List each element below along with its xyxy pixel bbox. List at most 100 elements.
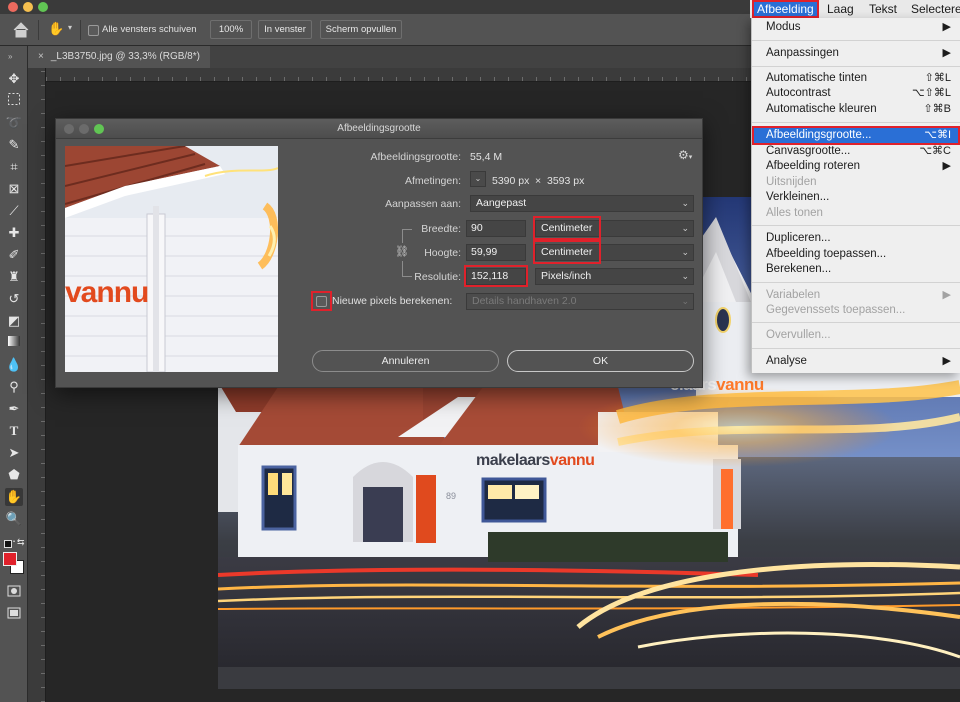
menu-item-verkleinen[interactable]: Verkleinen... bbox=[752, 190, 960, 205]
ok-button[interactable]: OK bbox=[507, 350, 694, 372]
foreground-color-swatch[interactable] bbox=[3, 552, 17, 566]
menu-item-shortcut: ⌥⌘I bbox=[924, 129, 951, 141]
quick-mask-icon[interactable] bbox=[5, 584, 23, 602]
clone-stamp-tool-icon[interactable]: ♜ bbox=[5, 268, 23, 286]
constrain-proportions-link-icon[interactable]: ⛓ bbox=[395, 243, 409, 261]
zoom-window-icon[interactable] bbox=[38, 2, 48, 12]
menu-item-automatische-tinten[interactable]: Automatische tinten ⇧⌘L bbox=[752, 71, 960, 86]
resolution-unit-select[interactable]: Pixels/inch ⌄ bbox=[535, 268, 694, 285]
vertical-ruler[interactable] bbox=[28, 68, 46, 702]
menu-item-automatische-kleuren[interactable]: Automatische kleuren ⇧⌘B bbox=[752, 102, 960, 117]
menu-laag[interactable]: Laag bbox=[822, 0, 859, 18]
eyedropper-tool-icon[interactable]: ⟋ bbox=[5, 202, 23, 220]
screen-mode-icon[interactable] bbox=[5, 606, 23, 624]
resolution-input[interactable]: 152,118 bbox=[466, 268, 526, 285]
tools-panel: » ✥ ➰ ✎ ⌗ ⊠ ⟋ ✚ ✐ ♜ ↺ ◩ 💧 ⚲ ✒ T ➤ ⬟ ✋ 🔍 … bbox=[0, 46, 28, 702]
options-separator bbox=[80, 20, 81, 40]
menu-item-label: Afbeelding roteren bbox=[766, 160, 860, 172]
menu-item-afbeelding-roteren[interactable]: Afbeelding roteren ▶ bbox=[752, 159, 960, 174]
width-unit-select[interactable]: Centimeter ⌄ bbox=[535, 220, 694, 237]
menu-item-dupliceren[interactable]: Dupliceren... bbox=[752, 231, 960, 246]
dialog-zoom-icon[interactable] bbox=[94, 124, 104, 134]
menu-item-analyse[interactable]: Analyse ▶ bbox=[752, 354, 960, 369]
menu-item-shortcut: ⌥⇧⌘L bbox=[911, 87, 951, 99]
menu-item-label: Gegevenssets toepassen... bbox=[766, 304, 906, 316]
marquee-tool-icon[interactable] bbox=[5, 92, 23, 110]
menu-item-afbeelding-toepassen[interactable]: Afbeelding toepassen... bbox=[752, 247, 960, 262]
dialog-close-icon[interactable] bbox=[64, 124, 74, 134]
menu-item-label: Variabelen bbox=[766, 289, 821, 301]
zoom-tool-icon[interactable]: 🔍 bbox=[5, 510, 23, 528]
menu-item-label: Autocontrast bbox=[766, 87, 831, 99]
minimize-window-icon[interactable] bbox=[23, 2, 33, 12]
dialog-titlebar: Afbeeldingsgrootte bbox=[56, 119, 702, 139]
toolbar-collapse-icon[interactable]: » bbox=[8, 52, 12, 61]
menu-tekst[interactable]: Tekst bbox=[864, 0, 902, 18]
height-unit-select[interactable]: Centimeter ⌄ bbox=[535, 244, 694, 261]
dimensions-unit-chevron-icon[interactable]: ⌄ bbox=[470, 171, 486, 187]
settings-gear-icon[interactable]: ⚙▾ bbox=[678, 148, 692, 162]
swap-colors-icon[interactable]: ⇆ bbox=[17, 537, 25, 548]
menu-afbeelding[interactable]: Afbeelding bbox=[752, 0, 819, 18]
fill-screen-button[interactable]: Scherm opvullen bbox=[320, 20, 402, 39]
pen-tool-icon[interactable]: ✒ bbox=[5, 400, 23, 418]
tool-preset-chevron-icon[interactable]: ▾ bbox=[68, 23, 72, 32]
frame-tool-icon[interactable]: ⊠ bbox=[5, 180, 23, 198]
menu-item-shortcut: ⇧⌘L bbox=[924, 72, 951, 84]
document-tab[interactable]: × _L3B3750.jpg @ 33,3% (RGB/8*) bbox=[28, 46, 210, 68]
history-brush-tool-icon[interactable]: ↺ bbox=[5, 290, 23, 308]
close-window-icon[interactable] bbox=[8, 2, 18, 12]
quick-selection-tool-icon[interactable]: ✎ bbox=[5, 136, 23, 154]
blur-tool-icon[interactable]: 💧 bbox=[5, 356, 23, 374]
fit-to-value: Aangepast bbox=[476, 197, 527, 209]
eraser-tool-icon[interactable]: ◩ bbox=[5, 312, 23, 330]
menu-item-aanpassingen[interactable]: Aanpassingen ▶ bbox=[752, 46, 960, 61]
image-preview[interactable]: vannu bbox=[65, 146, 278, 372]
height-input[interactable]: 59,99 bbox=[466, 244, 526, 261]
resample-label: Nieuwe pixels berekenen: bbox=[332, 295, 453, 307]
hand-tool-icon[interactable]: ✋ bbox=[48, 21, 64, 37]
resample-checkbox[interactable] bbox=[316, 296, 327, 307]
scroll-all-windows-checkbox[interactable] bbox=[88, 25, 99, 36]
menu-item-label: Uitsnijden bbox=[766, 176, 817, 188]
close-tab-icon[interactable]: × bbox=[38, 51, 44, 62]
width-input[interactable]: 90 bbox=[466, 220, 526, 237]
width-label: Breedte: bbox=[421, 223, 461, 235]
healing-brush-tool-icon[interactable]: ✚ bbox=[5, 224, 23, 242]
menu-item-autocontrast[interactable]: Autocontrast ⌥⇧⌘L bbox=[752, 86, 960, 101]
resolution-label: Resolutie: bbox=[414, 271, 461, 283]
cancel-button[interactable]: Annuleren bbox=[312, 350, 499, 372]
move-tool-icon[interactable]: ✥ bbox=[5, 70, 23, 88]
brush-tool-icon[interactable]: ✐ bbox=[5, 246, 23, 264]
menu-item-label: Afbeelding toepassen... bbox=[766, 248, 887, 260]
fit-screen-button[interactable]: In venster bbox=[258, 20, 312, 39]
home-icon[interactable] bbox=[10, 20, 32, 40]
menu-item-canvasgrootte[interactable]: Canvasgrootte... ⌥⌘C bbox=[752, 144, 960, 159]
fit-to-select[interactable]: Aangepast ⌄ bbox=[470, 195, 694, 212]
menu-separator bbox=[752, 40, 960, 41]
menu-item-uitsnijden: Uitsnijden bbox=[752, 175, 960, 190]
menu-item-berekenen[interactable]: Berekenen... bbox=[752, 262, 960, 277]
menu-item-label: Automatische kleuren bbox=[766, 103, 877, 115]
menu-item-modus[interactable]: Modus ▶ bbox=[752, 20, 960, 35]
dialog-minimize-icon[interactable] bbox=[79, 124, 89, 134]
path-selection-tool-icon[interactable]: ➤ bbox=[5, 444, 23, 462]
hand-tool-icon[interactable]: ✋ bbox=[5, 488, 23, 506]
shape-tool-icon[interactable]: ⬟ bbox=[5, 466, 23, 484]
submenu-arrow-icon: ▶ bbox=[942, 355, 951, 367]
zoom-100-button[interactable]: 100% bbox=[210, 20, 252, 39]
chevron-down-icon: ⌄ bbox=[681, 271, 689, 281]
fit-to-label: Aanpassen aan: bbox=[385, 198, 461, 210]
chevron-down-icon: ⌄ bbox=[681, 223, 689, 233]
submenu-arrow-icon: ▶ bbox=[942, 21, 951, 33]
default-colors-icon[interactable] bbox=[4, 540, 12, 548]
lasso-tool-icon[interactable]: ➰ bbox=[5, 114, 23, 132]
dodge-tool-icon[interactable]: ⚲ bbox=[5, 378, 23, 396]
resample-method-select[interactable]: Details handhaven 2.0 ⌄ bbox=[466, 293, 694, 310]
height-label: Hoogte: bbox=[424, 247, 461, 259]
menu-selecteren[interactable]: Selectere bbox=[906, 0, 960, 18]
menu-item-afbeeldingsgrootte[interactable]: Afbeeldingsgrootte... ⌥⌘I bbox=[752, 128, 960, 143]
crop-tool-icon[interactable]: ⌗ bbox=[5, 158, 23, 176]
type-tool-icon[interactable]: T bbox=[5, 422, 23, 440]
gradient-tool-icon[interactable] bbox=[5, 334, 23, 352]
